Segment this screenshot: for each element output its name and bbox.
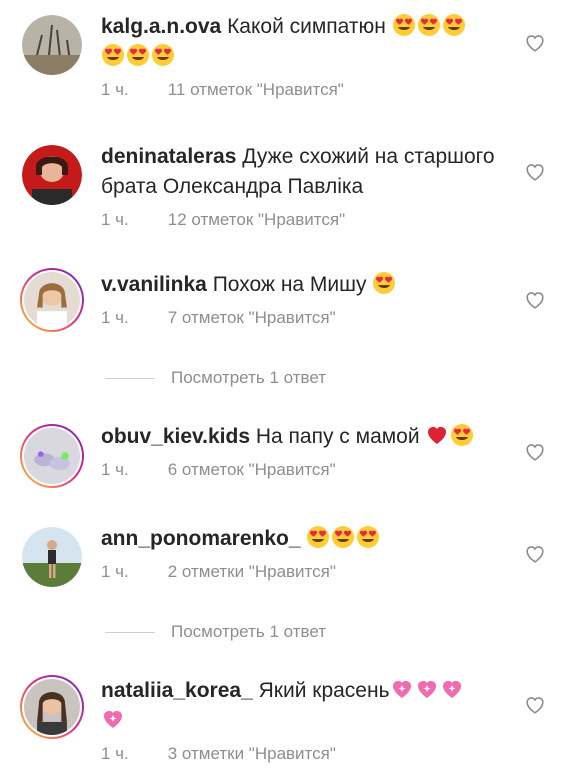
avatar-with-story-ring[interactable] bbox=[20, 424, 84, 488]
heart-eyes-emoji bbox=[151, 43, 175, 67]
comment-likes[interactable]: 6 отметок "Нравится" bbox=[168, 460, 336, 479]
heart-eyes-emoji bbox=[417, 13, 441, 37]
heart-eyes-emoji bbox=[356, 525, 380, 549]
heart-outline-icon[interactable] bbox=[524, 543, 546, 565]
avatar-with-story-ring[interactable] bbox=[20, 675, 84, 739]
view-replies-label[interactable]: Посмотреть 1 ответ bbox=[171, 622, 326, 642]
comment-time: 1 ч. bbox=[101, 308, 129, 327]
heart-outline-icon[interactable] bbox=[524, 161, 546, 183]
heart-eyes-emoji bbox=[450, 423, 474, 447]
avatar[interactable] bbox=[22, 527, 82, 587]
comment-text: kalg.a.n.ova Какой симпатюн bbox=[101, 12, 516, 72]
heart-eyes-emoji bbox=[101, 43, 125, 67]
comment-username[interactable]: kalg.a.n.ova bbox=[101, 15, 221, 38]
comment-likes[interactable]: 3 отметки "Нравится" bbox=[168, 744, 336, 763]
comment-meta: 1 ч. 12 отметок "Нравится" bbox=[101, 210, 516, 230]
comment-time: 1 ч. bbox=[101, 744, 129, 763]
comment-time: 1 ч. bbox=[101, 80, 129, 99]
divider-line bbox=[105, 631, 155, 633]
comment-text: nataliia_korea_ Який красень bbox=[101, 676, 516, 736]
sparkling-heart-emoji bbox=[390, 677, 414, 701]
comment-username[interactable]: nataliia_korea_ bbox=[101, 679, 253, 702]
sparkling-heart-emoji bbox=[415, 677, 439, 701]
comment-likes[interactable]: 7 отметок "Нравится" bbox=[168, 308, 336, 327]
heart-eyes-emoji bbox=[372, 271, 396, 295]
heart-eyes-emoji bbox=[442, 13, 466, 37]
avatar[interactable] bbox=[22, 15, 82, 75]
comment-body: Який красень bbox=[258, 679, 390, 702]
comment-username[interactable]: v.vanilinka bbox=[101, 273, 207, 296]
heart-outline-icon[interactable] bbox=[524, 441, 546, 463]
avatar[interactable] bbox=[22, 145, 82, 205]
divider-line bbox=[105, 377, 155, 379]
comment-likes[interactable]: 11 отметок "Нравится" bbox=[168, 80, 344, 99]
heart-outline-icon[interactable] bbox=[524, 694, 546, 716]
comment-text: v.vanilinka Похож на Мишу bbox=[101, 270, 516, 300]
comment-meta: 1 ч. 11 отметок "Нравится" bbox=[101, 80, 516, 100]
comment-text: ann_ponomarenko_ bbox=[101, 524, 516, 554]
heart-eyes-emoji bbox=[126, 43, 150, 67]
view-replies-label[interactable]: Посмотреть 1 ответ bbox=[171, 368, 326, 388]
comment-time: 1 ч. bbox=[101, 562, 129, 581]
heart-eyes-emoji bbox=[392, 13, 416, 37]
comment-username[interactable]: ann_ponomarenko_ bbox=[101, 527, 301, 550]
view-replies-button[interactable]: Посмотреть 1 ответ bbox=[105, 620, 405, 644]
comment-username[interactable]: deninataleras bbox=[101, 145, 236, 168]
comment-meta: 1 ч. 3 отметки "Нравится" bbox=[101, 744, 516, 764]
heart-outline-icon[interactable] bbox=[524, 289, 546, 311]
comment-body: На папу с мамой bbox=[255, 425, 420, 448]
comment-likes[interactable]: 2 отметки "Нравится" bbox=[168, 562, 336, 581]
comment-meta: 1 ч. 2 отметки "Нравится" bbox=[101, 562, 516, 582]
comment-text: obuv_kiev.kids На папу с мамой bbox=[101, 422, 516, 452]
sparkling-heart-emoji bbox=[101, 707, 125, 731]
heart-outline-icon[interactable] bbox=[524, 32, 546, 54]
comment-meta: 1 ч. 6 отметок "Нравится" bbox=[101, 460, 516, 480]
comment-meta: 1 ч. 7 отметок "Нравится" bbox=[101, 308, 516, 328]
avatar-with-story-ring[interactable] bbox=[20, 268, 84, 332]
heart-eyes-emoji bbox=[331, 525, 355, 549]
comment-time: 1 ч. bbox=[101, 460, 129, 479]
comment-likes[interactable]: 12 отметок "Нравится" bbox=[168, 210, 345, 229]
comment-body: Похож на Мишу bbox=[212, 273, 367, 296]
comment-username[interactable]: obuv_kiev.kids bbox=[101, 425, 250, 448]
view-replies-button[interactable]: Посмотреть 1 ответ bbox=[105, 366, 405, 390]
red-heart-emoji bbox=[425, 423, 449, 447]
comment-body: Какой симпатюн bbox=[227, 15, 386, 38]
comment-time: 1 ч. bbox=[101, 210, 129, 229]
heart-eyes-emoji bbox=[306, 525, 330, 549]
comment-text: deninataleras Дуже схожий на старшого бр… bbox=[101, 142, 516, 202]
sparkling-heart-emoji bbox=[440, 677, 464, 701]
